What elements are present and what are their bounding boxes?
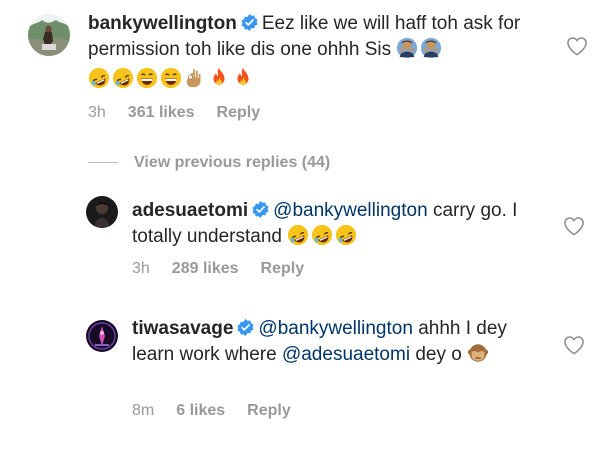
likes-count[interactable]: 361 likes (128, 104, 195, 121)
rofl-emoji (112, 67, 134, 89)
comment-meta: 8m 6 likes Reply (132, 401, 313, 421)
username[interactable]: adesuaetomi (132, 200, 248, 221)
timestamp: 8m (132, 402, 155, 419)
rofl-emoji (287, 224, 309, 246)
comment-body: tiwasavage @bankywellington ahhh I dey le… (132, 316, 532, 368)
emoji-row (88, 67, 256, 93)
username[interactable]: bankywellington (88, 13, 237, 34)
timestamp: 3h (88, 104, 106, 121)
comment-meta: 3h 361 likes Reply (88, 103, 282, 123)
fire-emoji (232, 67, 254, 89)
mention-link[interactable]: @bankywellington (273, 200, 428, 221)
rofl-emoji (335, 224, 357, 246)
avatar-image (86, 320, 118, 352)
avatar-image (86, 196, 118, 228)
rofl-emoji (311, 224, 333, 246)
reply-button[interactable]: Reply (217, 104, 261, 121)
person-gesturing-emoji (420, 37, 442, 59)
view-previous-replies-button[interactable]: View previous replies (44) (88, 154, 330, 172)
avatar[interactable] (86, 320, 118, 352)
comment-body: adesuaetomi @bankywellington carry go. I … (132, 198, 532, 250)
avatar[interactable] (28, 14, 70, 56)
heart-outline-icon[interactable] (566, 36, 588, 56)
comment-body: bankywellington Eez like we will haff toh… (88, 11, 558, 93)
mention-link[interactable]: @bankywellington (258, 318, 413, 339)
verified-badge-icon (237, 319, 254, 336)
username[interactable]: tiwasavage (132, 318, 233, 339)
comment-text: dey o (415, 344, 462, 365)
fire-emoji (208, 67, 230, 89)
comment-meta: 3h 289 likes Reply (132, 259, 326, 279)
heart-outline-icon[interactable] (563, 216, 585, 236)
verified-badge-icon (252, 201, 269, 218)
grinning-emoji (160, 67, 182, 89)
ok-hand-emoji (184, 67, 206, 89)
see-no-evil-monkey-emoji (467, 342, 489, 364)
avatar-image (28, 14, 70, 56)
heart-outline-icon[interactable] (563, 335, 585, 355)
timestamp: 3h (132, 260, 150, 277)
mention-link[interactable]: @adesuaetomi (282, 344, 410, 365)
rofl-emoji (88, 67, 110, 89)
reply-button[interactable]: Reply (261, 260, 305, 277)
reply-button[interactable]: Reply (247, 402, 291, 419)
likes-count[interactable]: 289 likes (172, 260, 239, 277)
likes-count[interactable]: 6 likes (176, 402, 225, 419)
grinning-emoji (136, 67, 158, 89)
view-previous-label: View previous replies (44) (134, 154, 331, 171)
avatar[interactable] (86, 196, 118, 228)
divider-line (88, 162, 118, 164)
person-gesturing-emoji (396, 37, 418, 59)
verified-badge-icon (241, 14, 258, 31)
